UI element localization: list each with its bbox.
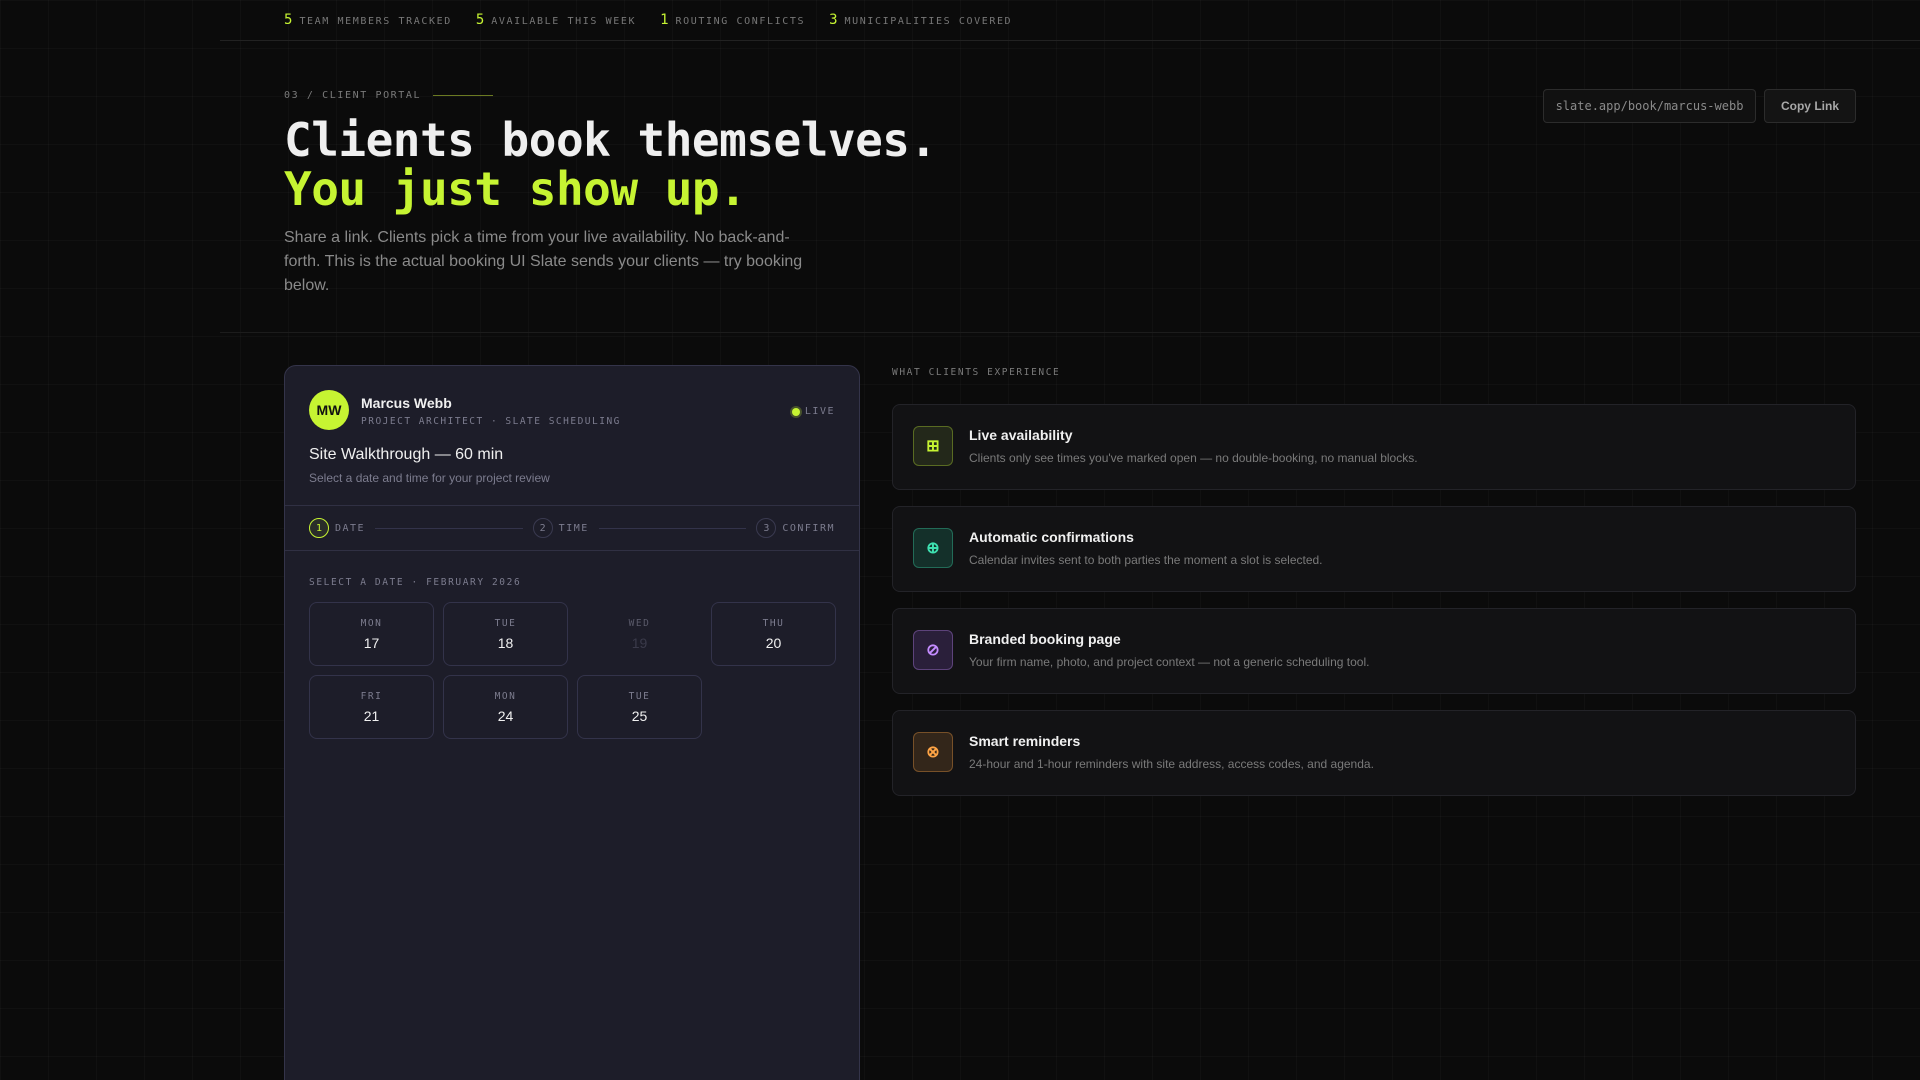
date-option[interactable]: FRI 21 (309, 675, 434, 739)
hero-title-line2: You just show up. (284, 162, 747, 216)
date-weekday: WED (628, 617, 651, 629)
section-label-text: 03 / CLIENT PORTAL (284, 90, 422, 101)
date-weekday: FRI (360, 690, 383, 702)
feature-branded-booking-page: ⊘ Branded booking page Your firm name, p… (892, 608, 1856, 694)
stat-label: ROUTING CONFLICTS (675, 16, 806, 27)
feature-title: Live availability (969, 427, 1073, 443)
date-day: 20 (765, 634, 782, 651)
stat-label: MUNICIPALITIES COVERED (844, 16, 1013, 27)
live-badge: LIVE (791, 406, 835, 417)
feature-description: Clients only see times you've marked ope… (969, 451, 1418, 465)
date-weekday: THU (762, 617, 785, 629)
date-day: 17 (363, 634, 380, 651)
date-day: 25 (631, 707, 648, 724)
date-grid: MON 17 TUE 18 WED 19 THU 20 FRI 21 MON 2… (309, 602, 836, 739)
feature-smart-reminders: ⊗ Smart reminders 24-hour and 1-hour rem… (892, 710, 1856, 796)
step-label: CONFIRM (782, 522, 835, 534)
step-label: DATE (335, 522, 366, 534)
date-picker: SELECT A DATE · FEBRUARY 2026 MON 17 TUE… (285, 551, 859, 739)
stat-label: AVAILABLE THIS WEEK (491, 16, 637, 27)
feature-live-availability: ⊞ Live availability Clients only see tim… (892, 404, 1856, 490)
avatar: MW (309, 390, 349, 430)
step-connector (375, 527, 523, 529)
divider (220, 332, 1920, 333)
stat-available: 5 AVAILABLE THIS WEEK (476, 12, 636, 28)
hero-subtitle: Share a link. Clients pick a time from y… (284, 229, 803, 294)
step-time[interactable]: 2 TIME (532, 518, 589, 538)
step-connector (598, 527, 747, 529)
feature-title: Branded booking page (969, 631, 1121, 647)
step-number: 3 (756, 518, 777, 538)
step-date[interactable]: 1 DATE (309, 518, 365, 538)
date-day: 19 (631, 634, 648, 651)
host-name: Marcus Webb (361, 395, 452, 411)
date-weekday: TUE (494, 617, 517, 629)
hero-title-line1: Clients book themselves. (284, 113, 937, 167)
meeting-subtitle: Select a date and time for your project … (309, 471, 550, 485)
step-confirm[interactable]: 3 CONFIRM (756, 518, 835, 538)
booking-card: MW Marcus Webb PROJECT ARCHITECT · SLATE… (284, 365, 860, 1080)
date-option[interactable]: TUE 18 (443, 602, 568, 666)
meeting-title: Site Walkthrough — 60 min (309, 446, 504, 463)
date-weekday: MON (494, 690, 517, 702)
stat-team-members: 5 TEAM MEMBERS TRACKED (284, 12, 452, 28)
feature-automatic-confirmations: ⊕ Automatic confirmations Calendar invit… (892, 506, 1856, 592)
stat-routing-conflicts: 1 ROUTING CONFLICTS (660, 12, 805, 28)
live-label: LIVE (804, 406, 835, 417)
section-label: 03 / CLIENT PORTAL (284, 90, 494, 101)
stat-value: 5 (284, 12, 293, 28)
features-label: WHAT CLIENTS EXPERIENCE (892, 367, 1061, 378)
stat-value: 1 (660, 12, 669, 28)
feature-description: 24-hour and 1-hour reminders with site a… (969, 757, 1374, 771)
booking-card-header: MW Marcus Webb PROJECT ARCHITECT · SLATE… (285, 366, 859, 506)
x-circle-icon: ⊗ (913, 732, 953, 772)
stat-value: 3 (829, 12, 838, 28)
stat-municipalities: 3 MUNICIPALITIES COVERED (829, 12, 1012, 28)
booking-link-field[interactable]: slate.app/book/marcus-webb (1543, 89, 1756, 123)
feature-description: Calendar invites sent to both parties th… (969, 553, 1323, 567)
date-day: 18 (497, 634, 514, 651)
date-weekday: MON (360, 617, 383, 629)
feature-description: Your firm name, photo, and project conte… (969, 655, 1370, 669)
stat-value: 5 (475, 12, 485, 28)
slash-circle-icon: ⊘ (913, 630, 953, 670)
live-dot-icon (791, 407, 800, 416)
host-role: PROJECT ARCHITECT · SLATE SCHEDULING (361, 416, 621, 427)
step-number: 1 (309, 518, 329, 538)
section-label-rule (433, 95, 494, 96)
stat-label: TEAM MEMBERS TRACKED (299, 16, 452, 27)
feature-title: Automatic confirmations (969, 529, 1134, 545)
date-weekday: TUE (628, 690, 651, 702)
hero-title: Clients book themselves. You just show u… (284, 116, 937, 214)
date-option[interactable]: THU 20 (711, 602, 836, 666)
step-number: 2 (532, 518, 553, 538)
date-picker-label: SELECT A DATE · FEBRUARY 2026 (309, 577, 522, 588)
plus-circle-icon: ⊕ (913, 528, 953, 568)
booking-steps: 1 DATE 2 TIME 3 CONFIRM (285, 506, 859, 551)
date-day: 24 (497, 707, 514, 724)
step-label: TIME (558, 522, 589, 534)
grid-icon: ⊞ (913, 426, 953, 466)
feature-title: Smart reminders (969, 733, 1081, 749)
copy-link-button[interactable]: Copy Link (1764, 89, 1856, 123)
date-day: 21 (363, 707, 380, 724)
date-option[interactable]: MON 24 (443, 675, 568, 739)
date-option[interactable]: TUE 25 (577, 675, 702, 739)
date-option[interactable]: MON 17 (309, 602, 434, 666)
date-option-unavailable: WED 19 (577, 602, 702, 666)
stats-bar: 5 TEAM MEMBERS TRACKED 5 AVAILABLE THIS … (220, 0, 1920, 41)
